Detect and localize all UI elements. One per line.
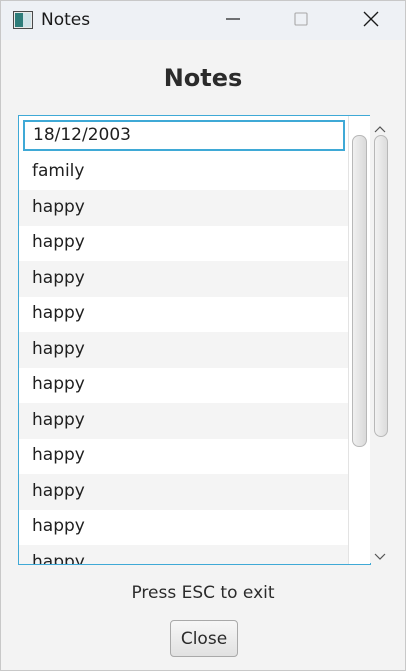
list-item[interactable]: happy [19,296,348,332]
list-item[interactable]: happy [19,190,348,226]
list-item[interactable]: family [19,154,348,190]
maximize-icon [293,11,309,31]
window-title: Notes [41,10,91,30]
minimize-button[interactable] [210,1,256,40]
close-window-button[interactable] [348,1,394,40]
minimize-icon [225,11,241,31]
list-item[interactable]: happy [19,438,348,474]
close-icon [363,11,379,31]
window-scrollbar[interactable] [370,115,390,563]
list-item[interactable]: happy [19,509,348,545]
list-item[interactable]: happy [19,261,348,297]
notes-window: Notes Notes 18/12/2003 family happy happ… [0,0,406,671]
page-title: Notes [163,64,243,92]
app-window-icon [13,11,33,29]
list-scrollbar[interactable] [348,116,370,564]
list-item-edit-field[interactable]: 18/12/2003 [23,120,345,151]
list-item[interactable]: happy [19,403,348,439]
list-scrollbar-thumb[interactable] [352,135,367,447]
notes-list[interactable]: 18/12/2003 family happy happy happy happ… [18,115,371,565]
list-item[interactable]: happy [19,474,348,510]
list-item[interactable]: happy [19,545,348,564]
close-button[interactable]: Close [170,620,238,657]
window-scrollbar-thumb[interactable] [374,135,388,437]
list-item[interactable]: happy [19,367,348,403]
list-item[interactable]: happy [19,225,348,261]
exit-hint: Press ESC to exit [131,583,275,603]
chevron-down-icon[interactable] [373,547,387,560]
maximize-button [278,1,324,40]
title-bar[interactable]: Notes [1,1,405,40]
notes-list-viewport: 18/12/2003 family happy happy happy happ… [19,116,348,564]
chevron-up-icon[interactable] [373,119,387,133]
list-item[interactable]: happy [19,332,348,368]
